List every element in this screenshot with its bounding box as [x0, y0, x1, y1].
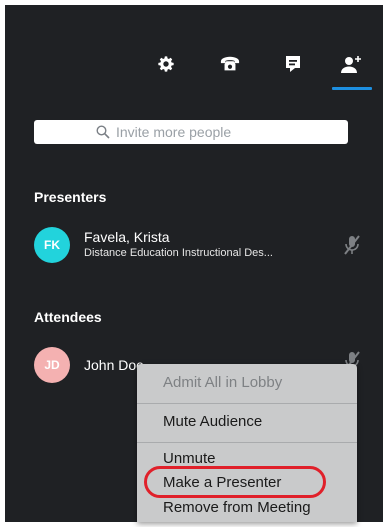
tab-settings[interactable] — [151, 55, 181, 91]
menu-item-remove-from-meeting[interactable]: Remove from Meeting — [137, 499, 357, 516]
attendees-heading: Attendees — [34, 309, 102, 325]
tab-chat[interactable] — [278, 55, 308, 91]
presenters-heading: Presenters — [34, 189, 107, 205]
menu-item-mute-audience[interactable]: Mute Audience — [137, 413, 357, 430]
participant-context-menu: Admit All in Lobby Mute Audience Unmute … — [137, 364, 357, 522]
search-icon — [96, 125, 110, 139]
add-person-icon — [341, 56, 361, 73]
invite-search-box[interactable] — [34, 120, 348, 144]
participant-title: Distance Education Instructional Des... — [84, 247, 273, 259]
participant-name: John Doe — [84, 357, 144, 373]
mic-muted-icon[interactable] — [340, 233, 364, 257]
avatar: FK — [34, 227, 70, 263]
menu-item-unmute[interactable]: Unmute — [137, 450, 357, 467]
active-tab-indicator — [332, 87, 372, 90]
chat-icon — [286, 56, 300, 72]
gear-icon — [158, 56, 174, 72]
menu-divider — [137, 442, 357, 443]
participant-name: Favela, Krista — [84, 229, 170, 245]
menu-divider — [137, 403, 357, 404]
phone-icon — [220, 56, 240, 71]
participant-row[interactable]: FK Favela, Krista Distance Education Ins… — [34, 227, 364, 263]
menu-item-admit-all[interactable]: Admit All in Lobby — [137, 374, 357, 391]
tab-participants[interactable] — [332, 55, 372, 91]
invite-search-input[interactable] — [116, 124, 286, 140]
tab-audio[interactable] — [215, 55, 245, 91]
avatar: JD — [34, 347, 70, 383]
menu-item-make-presenter[interactable]: Make a Presenter — [137, 474, 357, 491]
